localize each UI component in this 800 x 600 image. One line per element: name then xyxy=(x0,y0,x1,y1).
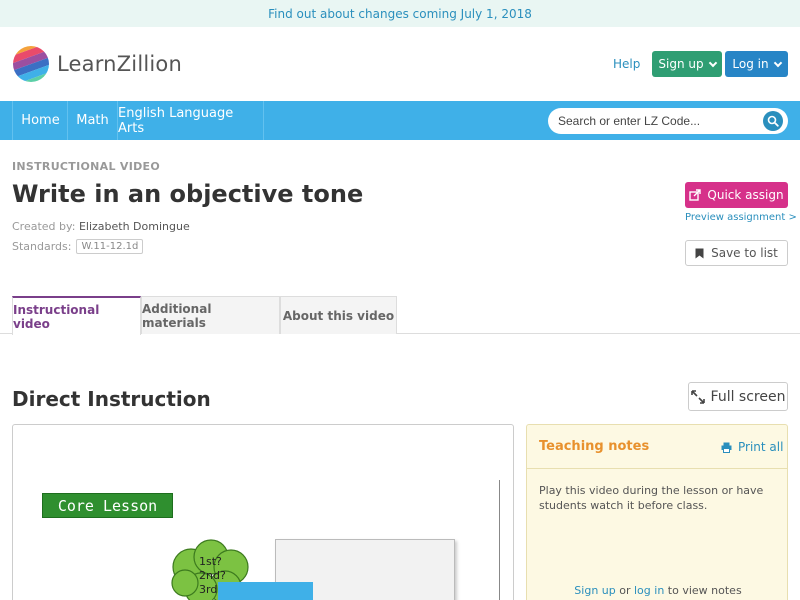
logo-text: LearnZillion xyxy=(57,52,182,76)
bookmark-icon xyxy=(695,248,704,258)
created-by-label: Created by: xyxy=(12,220,76,233)
log-in-label: Log in xyxy=(732,57,769,71)
standards-label: Standards: xyxy=(12,240,72,253)
video-player[interactable]: Core Lesson 1st? 2nd? 3rd? xyxy=(12,424,514,600)
logo[interactable]: LearnZillion xyxy=(12,45,182,83)
teaching-notes-title: Teaching notes xyxy=(539,439,650,454)
print-all-link[interactable]: Print all xyxy=(721,440,783,454)
log-in-button[interactable]: Log in xyxy=(725,51,788,77)
sign-up-button[interactable]: Sign up xyxy=(652,51,722,77)
search-button[interactable] xyxy=(763,111,783,131)
search-box xyxy=(548,108,788,134)
quick-assign-label: Quick assign xyxy=(707,188,784,202)
print-all-label: Print all xyxy=(738,440,784,454)
chevron-down-icon xyxy=(773,58,782,67)
content-type-label: INSTRUCTIONAL VIDEO xyxy=(12,160,161,173)
quick-assign-button[interactable]: Quick assign xyxy=(685,182,788,208)
cloud-line: 2nd? xyxy=(199,569,226,582)
help-link[interactable]: Help xyxy=(613,57,640,71)
logo-mark-icon xyxy=(13,46,49,82)
teaching-notes-header: Teaching notes Print all xyxy=(527,425,787,469)
nav-item-home[interactable]: Home xyxy=(12,101,68,140)
nav-item-math[interactable]: Math xyxy=(67,101,117,140)
cloud-line: 1st? xyxy=(199,555,222,568)
preview-assignment-link[interactable]: Preview assignment > xyxy=(685,212,797,223)
section-title: Direct Instruction xyxy=(12,387,211,411)
announcement-banner: Find out about changes coming July 1, 20… xyxy=(0,0,800,27)
expand-icon xyxy=(690,389,705,404)
teaching-notes-panel: Teaching notes Print all Play this video… xyxy=(526,424,788,600)
tab-additional-materials[interactable]: Additional materials xyxy=(141,296,280,334)
printer-icon xyxy=(721,442,732,453)
tab-bar: Instructional video Additional materials… xyxy=(0,296,800,335)
tab-about-this-video[interactable]: About this video xyxy=(280,296,397,334)
standard-badge[interactable]: W.11-12.1d xyxy=(76,239,144,254)
notes-sign-up-link[interactable]: Sign up xyxy=(574,584,615,597)
full-screen-button[interactable]: Full screen xyxy=(688,382,788,411)
author-name: Elizabeth Domingue xyxy=(78,220,190,233)
video-divider-line xyxy=(499,480,500,600)
notes-log-in-link[interactable]: log in xyxy=(634,584,664,597)
search-input[interactable] xyxy=(558,108,758,134)
core-lesson-label: Core Lesson xyxy=(42,493,173,518)
notes-or-text: or xyxy=(615,584,634,597)
tab-instructional-video[interactable]: Instructional video xyxy=(12,296,141,335)
save-to-list-button[interactable]: Save to list xyxy=(685,240,788,266)
created-by: Created by: Elizabeth Domingue xyxy=(12,220,190,233)
search-icon xyxy=(767,115,779,127)
notes-suffix-text: to view notes xyxy=(664,584,742,597)
chevron-down-icon xyxy=(708,58,717,67)
video-play-overlay[interactable] xyxy=(218,582,313,600)
main-nav: Home Math English Language Arts xyxy=(0,101,800,140)
full-screen-label: Full screen xyxy=(710,388,786,405)
notes-login-prompt: Sign up or log in to view notes xyxy=(527,584,789,597)
announcement-link[interactable]: Find out about changes coming July 1, 20… xyxy=(268,7,532,21)
standards: Standards: W.11-12.1d xyxy=(12,239,144,254)
nav-item-ela[interactable]: English Language Arts xyxy=(117,101,264,140)
share-icon xyxy=(689,189,702,201)
page-title: Write in an objective tone xyxy=(12,180,364,208)
save-to-list-label: Save to list xyxy=(711,246,778,260)
site-header: LearnZillion Help Sign up Log in xyxy=(0,27,800,101)
sign-up-label: Sign up xyxy=(658,57,704,71)
teaching-notes-body: Play this video during the lesson or hav… xyxy=(539,484,764,512)
